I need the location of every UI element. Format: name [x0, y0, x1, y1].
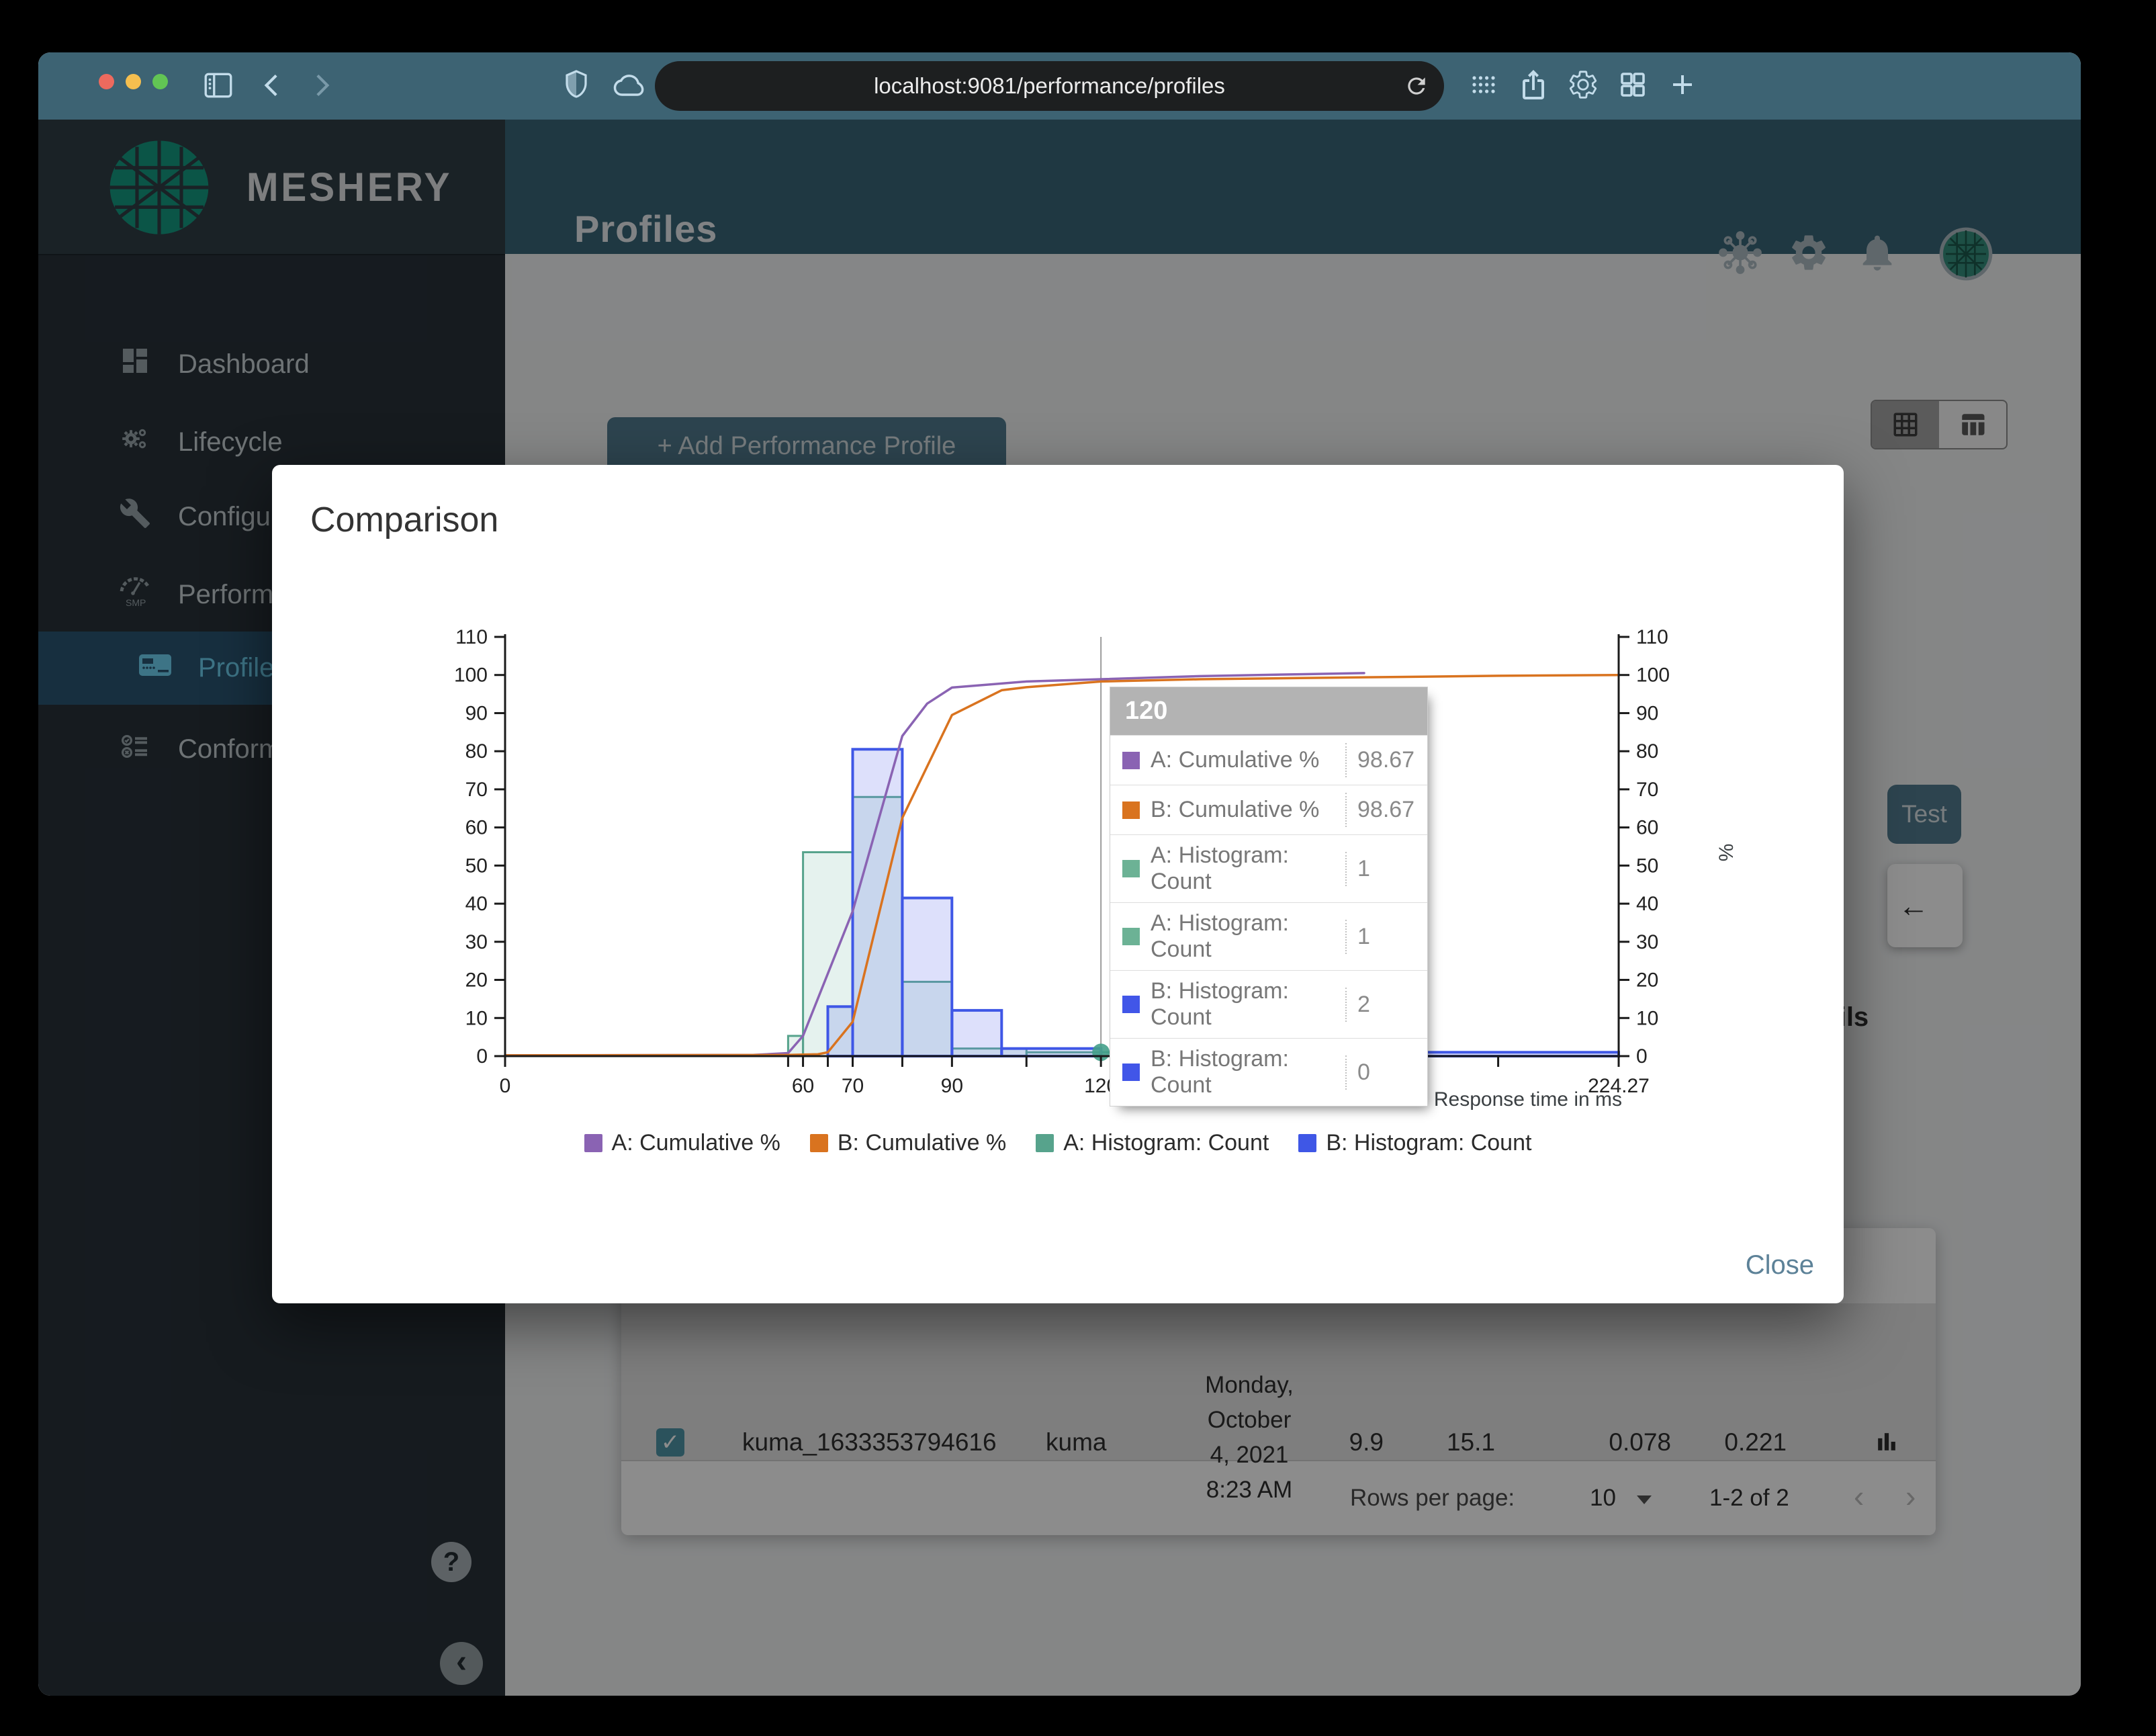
legend-swatch — [1036, 1134, 1054, 1152]
modal-title: Comparison — [310, 501, 499, 539]
svg-text:80: 80 — [1636, 740, 1658, 763]
svg-text:10: 10 — [465, 1007, 488, 1029]
svg-text:10: 10 — [1636, 1007, 1658, 1029]
svg-text:60: 60 — [1636, 817, 1658, 839]
back-icon[interactable] — [257, 69, 290, 102]
svg-text:100: 100 — [454, 664, 488, 687]
share-icon[interactable] — [1517, 69, 1549, 101]
svg-text:20: 20 — [1636, 969, 1658, 992]
reload-icon[interactable] — [1404, 73, 1429, 99]
tab-overview-icon[interactable] — [1617, 69, 1649, 101]
address-bar[interactable]: localhost:9081/performance/profiles — [655, 61, 1444, 111]
tooltip-swatch — [1122, 801, 1140, 819]
legend-item-a-histogram[interactable]: A: Histogram: Count — [1036, 1130, 1269, 1156]
svg-text:90: 90 — [465, 702, 488, 724]
legend-label: B: Histogram: Count — [1326, 1130, 1532, 1156]
legend-swatch — [809, 1134, 828, 1152]
chart-legend: A: Cumulative % B: Cumulative % A: Histo… — [272, 1130, 1844, 1156]
new-tab-plus-icon[interactable] — [1666, 69, 1699, 101]
browser-toolbar: localhost:9081/performance/profiles — [38, 52, 2081, 120]
legend-item-a-cumulative[interactable]: A: Cumulative % — [584, 1130, 780, 1156]
svg-text:20: 20 — [465, 969, 488, 992]
settings-gear-icon[interactable] — [1567, 69, 1599, 101]
tooltip-row: A: Histogram: Count 1 — [1110, 902, 1427, 970]
tooltip-row: B: Histogram: Count 0 — [1110, 1038, 1427, 1106]
svg-text:40: 40 — [1636, 893, 1658, 915]
browser-window: localhost:9081/performance/profiles Prof… — [38, 52, 2081, 1696]
svg-text:50: 50 — [465, 855, 488, 877]
svg-text:60: 60 — [465, 817, 488, 839]
svg-text:70: 70 — [465, 779, 488, 801]
svg-text:100: 100 — [1636, 664, 1670, 687]
legend-swatch — [584, 1134, 602, 1152]
svg-text:30: 30 — [1636, 931, 1658, 953]
svg-text:0: 0 — [476, 1045, 488, 1068]
chart-tooltip: 120 A: Cumulative % 98.67 B: Cumulative %… — [1110, 687, 1428, 1106]
close-window-button[interactable] — [99, 74, 114, 89]
svg-text:90: 90 — [1636, 702, 1658, 724]
legend-label: B: Cumulative % — [837, 1130, 1007, 1156]
svg-text:40: 40 — [465, 893, 488, 915]
x-axis-label: Response time in ms — [1433, 1088, 1622, 1111]
svg-text:110: 110 — [1636, 626, 1668, 648]
shield-extension-icon[interactable] — [560, 69, 592, 101]
tooltip-row: B: Cumulative % 98.67 — [1110, 785, 1427, 834]
svg-text:110: 110 — [455, 626, 488, 648]
svg-text:50: 50 — [1636, 855, 1658, 877]
close-modal-button[interactable]: Close — [1746, 1250, 1814, 1281]
legend-swatch — [1298, 1134, 1317, 1152]
svg-text:30: 30 — [465, 931, 488, 953]
svg-text:80: 80 — [465, 740, 488, 763]
legend-item-b-cumulative[interactable]: B: Cumulative % — [809, 1130, 1007, 1156]
tooltip-swatch — [1122, 996, 1140, 1013]
svg-text:90: 90 — [941, 1075, 963, 1097]
tooltip-swatch — [1122, 751, 1140, 769]
svg-text:0: 0 — [500, 1075, 511, 1097]
tooltip-row: A: Cumulative % 98.67 — [1110, 735, 1427, 785]
tooltip-swatch — [1122, 928, 1140, 945]
legend-label: A: Histogram: Count — [1063, 1130, 1269, 1156]
tooltip-row: A: Histogram: Count 1 — [1110, 834, 1427, 902]
sidebar-toggle-icon[interactable] — [201, 69, 235, 102]
legend-item-b-histogram[interactable]: B: Histogram: Count — [1298, 1130, 1531, 1156]
tooltip-row: B: Histogram: Count 2 — [1110, 970, 1427, 1038]
svg-text:70: 70 — [842, 1075, 864, 1097]
keypad-grid-icon[interactable] — [1468, 69, 1500, 101]
comparison-modal: Comparison 0 0 10 10 20 20 30 30 40 40 50 50 60 60 70 7… — [272, 465, 1844, 1303]
right-axis-label: % — [1714, 843, 1737, 862]
forward-icon[interactable] — [304, 69, 337, 102]
tooltip-swatch — [1122, 1064, 1140, 1081]
svg-text:70: 70 — [1636, 779, 1658, 801]
minimize-window-button[interactable] — [126, 74, 141, 89]
svg-text:0: 0 — [1636, 1045, 1648, 1068]
svg-text:60: 60 — [792, 1075, 814, 1097]
cloud-extension-icon[interactable] — [611, 69, 645, 103]
tooltip-title: 120 — [1110, 687, 1427, 735]
legend-label: A: Cumulative % — [611, 1130, 780, 1156]
zoom-window-button[interactable] — [152, 74, 168, 89]
tooltip-swatch — [1122, 860, 1140, 877]
url-text: localhost:9081/performance/profiles — [874, 73, 1225, 98]
